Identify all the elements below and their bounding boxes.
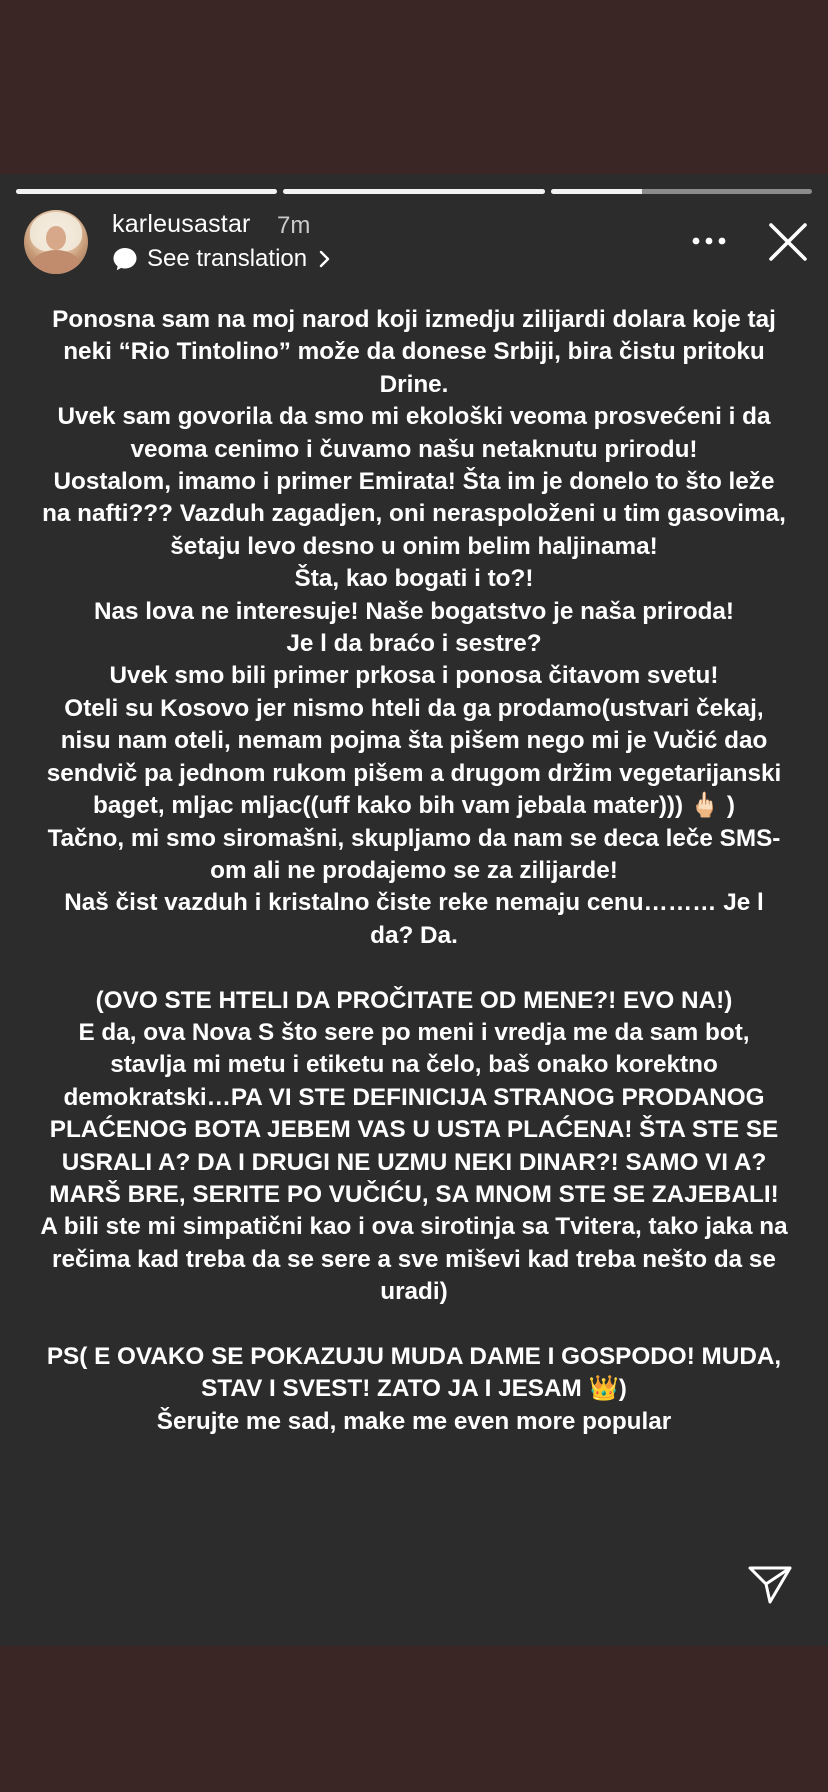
progress-fill [16, 189, 278, 194]
see-translation-button[interactable]: See translation [112, 242, 332, 276]
top-background [0, 0, 828, 174]
send-icon[interactable] [746, 1562, 794, 1606]
avatar[interactable] [24, 210, 88, 274]
story-viewer[interactable]: karleusastar 7m See translation Ponosna … [0, 174, 828, 1646]
close-icon[interactable] [766, 220, 810, 264]
post-time: 7m [277, 212, 311, 239]
avatar-face [46, 226, 66, 250]
see-translation-label: See translation [147, 245, 308, 272]
more-dots-icon[interactable] [688, 226, 730, 256]
progress-segment [283, 189, 545, 194]
chevron-right-icon [319, 250, 330, 268]
story-text: Ponosna sam na moj narod koji izmedju zi… [40, 306, 788, 1435]
progress-fill [283, 189, 545, 194]
progress-segment [550, 189, 812, 194]
progress-segment [16, 189, 278, 194]
progress-fill [550, 189, 643, 194]
avatar-body [32, 250, 80, 274]
username[interactable]: karleusastar [112, 210, 251, 239]
bottom-background [0, 1646, 828, 1792]
story-progress-bar [16, 189, 812, 194]
speech-bubble-icon [113, 248, 137, 271]
